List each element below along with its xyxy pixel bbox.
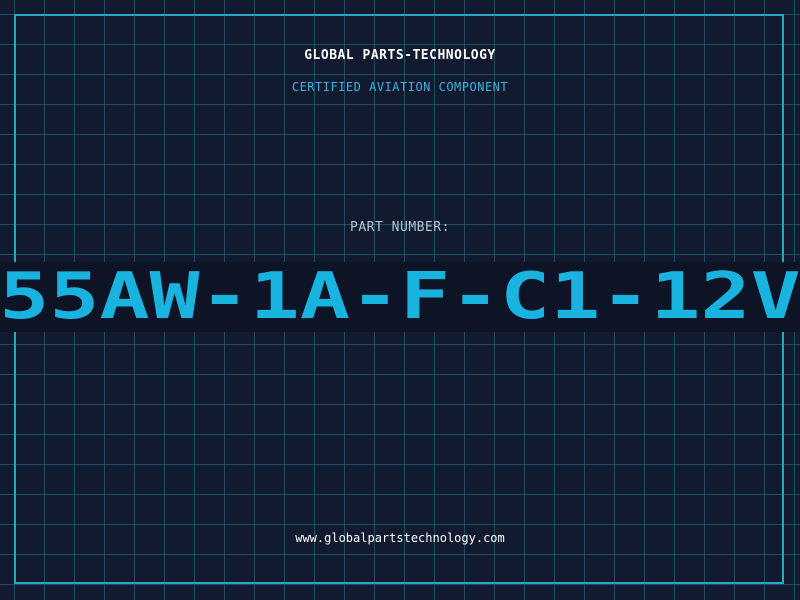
part-number-label: PART NUMBER: [350,220,450,235]
part-number-value: 855AW-1A-F-C1-12VD [0,262,800,332]
website-url: www.globalpartstechnology.com [295,531,505,545]
part-number-band: 855AW-1A-F-C1-12VD [0,262,800,332]
certification-tagline: CERTIFIED AVIATION COMPONENT [291,80,509,94]
company-name: GLOBAL PARTS-TECHNOLOGY [304,48,496,63]
part-number-card: GLOBAL PARTS-TECHNOLOGY CERTIFIED AVIATI… [0,0,800,600]
